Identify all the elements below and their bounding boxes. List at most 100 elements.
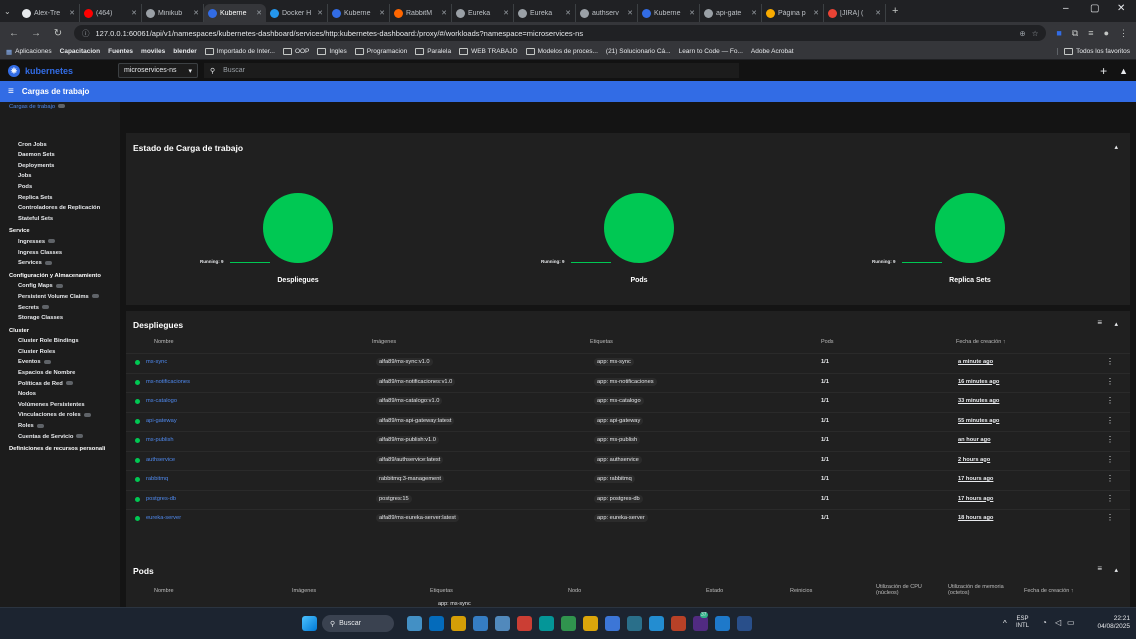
close-tab-icon[interactable]: ✕ <box>813 9 819 17</box>
bookmark-item[interactable]: Importado de Inter... <box>204 48 275 55</box>
sidebar-item[interactable]: Vinculaciones de roles <box>0 410 120 421</box>
sidebar-item[interactable]: Configuración y Almacenamiento <box>0 271 120 282</box>
deployment-name-link[interactable]: ms-publish <box>146 437 174 443</box>
close-tab-icon[interactable]: ✕ <box>627 9 633 17</box>
sidebar-item[interactable]: Eventos <box>0 357 120 368</box>
deployment-name-link[interactable]: rabbitmq <box>146 476 168 482</box>
row-actions-kebab-icon[interactable]: ⋮ <box>1106 357 1114 366</box>
volume-icon[interactable]: ◁ <box>1055 618 1061 627</box>
visual-studio-icon[interactable]: 37 <box>693 612 708 631</box>
bookmark-item[interactable]: moviles <box>141 48 165 55</box>
bookmark-item[interactable]: blender <box>173 48 196 55</box>
sidebar-item[interactable]: Espacios de Nombre <box>0 368 120 379</box>
files-icon[interactable] <box>649 616 664 631</box>
windows-start-icon[interactable] <box>302 616 317 631</box>
sidebar-item[interactable]: Cluster <box>0 326 120 337</box>
sidebar-item[interactable]: Jobs <box>0 171 120 182</box>
word-icon[interactable] <box>737 616 752 631</box>
sidebar-item[interactable]: Definiciones de recursos personali <box>0 444 120 455</box>
restore-icon[interactable]: ▢ <box>1090 3 1099 14</box>
menu-kebab-icon[interactable]: ⋮ <box>1119 28 1128 39</box>
sidebar-item[interactable]: Políticas de Red <box>0 379 120 390</box>
all-bookmarks-folder[interactable]: Todos los favoritos <box>1057 48 1130 55</box>
row-actions-kebab-icon[interactable]: ⋮ <box>1106 474 1114 483</box>
store-icon[interactable] <box>473 616 488 631</box>
extensions-puzzle-icon[interactable]: ⧉ <box>1072 28 1078 39</box>
bookmark-item[interactable]: Modelos de proces... <box>525 48 598 55</box>
media-icon[interactable]: ≡ <box>1088 28 1093 38</box>
browser-tab[interactable]: Página p ✕ <box>762 4 824 22</box>
row-actions-kebab-icon[interactable]: ⋮ <box>1106 435 1114 444</box>
row-actions-kebab-icon[interactable]: ⋮ <box>1106 494 1114 503</box>
docker-icon[interactable] <box>715 616 730 631</box>
sidebar-item[interactable]: Secrets <box>0 303 120 314</box>
browser-tab[interactable]: RabbitM ✕ <box>390 4 452 22</box>
close-tab-icon[interactable]: ✕ <box>503 9 509 17</box>
deployment-name-link[interactable]: ms-notificaciones <box>146 379 190 385</box>
deployment-name-link[interactable]: ms-catalogo <box>146 398 177 404</box>
close-window-icon[interactable]: ✕ <box>1117 3 1125 14</box>
deployment-name-link[interactable]: ms-sync <box>146 359 167 365</box>
sidebar-item[interactable]: Service <box>0 226 120 237</box>
table-row[interactable]: ms-notificaciones alfa89/ms-notificacione… <box>126 372 1130 392</box>
table-row[interactable]: rabbitmq rabbitmq:3-management app: rabbit… <box>126 470 1130 489</box>
sidebar-item[interactable]: Cluster Role Bindings <box>0 336 120 347</box>
vscode-icon[interactable] <box>539 616 554 631</box>
taskbar-search[interactable]: ⚲ Buscar <box>322 615 394 632</box>
clock[interactable]: 22:21 04/08/2025 <box>1090 615 1130 631</box>
namespace-select[interactable]: microservices-ns ▾ <box>118 63 198 78</box>
close-tab-icon[interactable]: ✕ <box>193 9 199 17</box>
sidebar-item[interactable]: Cargas de trabajo <box>0 102 120 113</box>
sidebar-item[interactable]: Cuentas de Servicio <box>0 432 120 443</box>
sidebar-item[interactable]: Deployments <box>0 161 120 172</box>
sidebar-item[interactable]: Ingress Classes <box>0 248 120 259</box>
site-info-icon[interactable]: ⓘ <box>82 28 90 39</box>
deployment-name-link[interactable]: postgres-db <box>146 496 176 502</box>
teams-icon[interactable] <box>561 616 576 631</box>
col-header-name[interactable]: Nombre <box>154 339 174 345</box>
sidebar-item[interactable]: Services <box>0 258 120 269</box>
extension-icon[interactable]: ■ <box>1056 28 1061 38</box>
sidebar-item[interactable]: Cron Jobs <box>0 140 120 151</box>
close-tab-icon[interactable]: ✕ <box>69 9 75 17</box>
collapse-icon[interactable]: ▴ <box>1114 143 1118 151</box>
taskview-icon[interactable] <box>407 616 422 631</box>
url-bar[interactable]: ⓘ 127.0.0.1:60061/api/v1/namespaces/kube… <box>74 25 1047 41</box>
close-tab-icon[interactable]: ✕ <box>256 9 262 17</box>
col-header-created[interactable]: Fecha de creación ↑ <box>956 339 1006 345</box>
zoom-icon[interactable]: ⊕ <box>1019 29 1025 38</box>
bookmark-item[interactable]: Fuentes <box>108 48 133 55</box>
row-actions-kebab-icon[interactable]: ⋮ <box>1106 416 1114 425</box>
filter-icon[interactable]: ≡ <box>1097 564 1102 573</box>
bookmark-item[interactable]: ▦ Aplicaciones <box>6 48 52 56</box>
close-tab-icon[interactable]: ✕ <box>751 9 757 17</box>
row-actions-kebab-icon[interactable]: ⋮ <box>1106 377 1114 386</box>
office-icon[interactable] <box>671 616 686 631</box>
bookmark-star-icon[interactable]: ☆ <box>1032 29 1039 38</box>
battery-icon[interactable]: ▭ <box>1067 618 1075 627</box>
browser-tab[interactable]: Kuberne ✕ <box>638 4 700 22</box>
bookmark-item[interactable]: Adobe Acrobat <box>751 48 794 55</box>
search-input[interactable]: ⚲ Buscar <box>204 63 739 78</box>
sidebar-item[interactable]: Persistent Volume Claims <box>0 292 120 303</box>
collapse-icon[interactable]: ▴ <box>1114 566 1118 574</box>
col-header-created[interactable]: Fecha de creación ↑ <box>1024 588 1074 594</box>
profile-icon[interactable]: ● <box>1104 28 1109 38</box>
explorer-icon[interactable] <box>451 616 466 631</box>
bookmark-item[interactable]: WEB TRABAJO <box>459 48 518 55</box>
close-tab-icon[interactable]: ✕ <box>379 9 385 17</box>
sidebar-item[interactable]: Replica Sets <box>0 193 120 204</box>
sidebar-item[interactable]: Roles <box>0 421 120 432</box>
brave-icon[interactable] <box>605 616 620 631</box>
close-tab-icon[interactable]: ✕ <box>131 9 137 17</box>
bookmark-item[interactable]: (21) Solucionario Cá... <box>606 48 671 55</box>
browser-tab[interactable]: [JIRA] (✕ <box>824 4 886 22</box>
deployment-name-link[interactable]: authservice <box>146 457 175 463</box>
chrome-icon[interactable] <box>517 616 532 631</box>
sidebar-item[interactable]: Cluster Roles <box>0 347 120 358</box>
table-row[interactable]: postgres-db postgres:15 app: postgres-db 1/… <box>126 489 1130 509</box>
browser-tab[interactable]: Minikub ✕ <box>142 4 204 22</box>
sidebar-item[interactable]: Volúmenes Persistentes <box>0 400 120 411</box>
sidebar-item[interactable]: Stateful Sets <box>0 214 120 225</box>
tray-chevron-icon[interactable]: ^ <box>1003 619 1007 628</box>
